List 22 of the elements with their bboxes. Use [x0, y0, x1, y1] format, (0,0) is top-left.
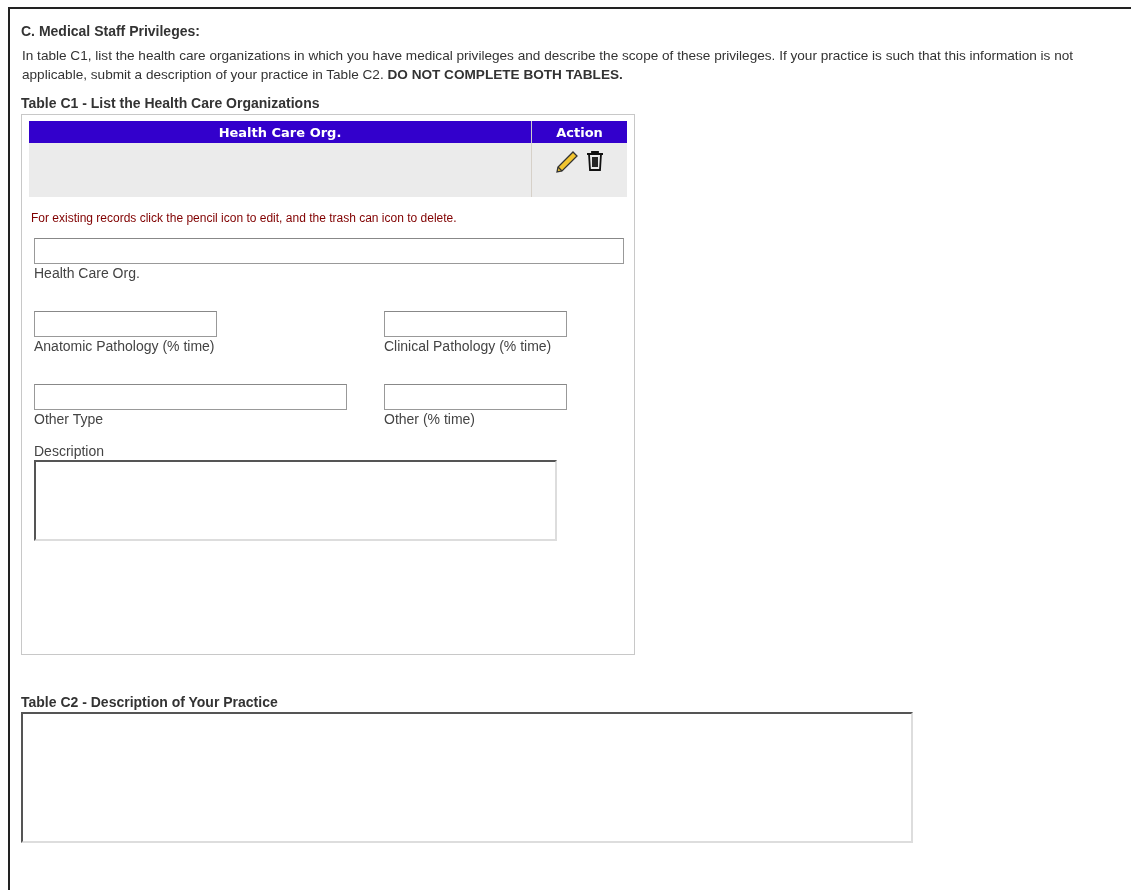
field-label: Description: [34, 443, 105, 459]
practice-description-field[interactable]: [21, 712, 913, 843]
help-note: For existing records click the pencil icon to edit, and the trash can icon to delete.: [31, 211, 457, 225]
text-field[interactable]: [34, 238, 624, 264]
column-header: Health Care Org.: [29, 121, 532, 143]
text-field[interactable]: [384, 384, 567, 410]
table-title: Table C2 - Description of Your Practice: [21, 694, 278, 710]
field-label: Other Type: [34, 411, 103, 427]
column-header: Action: [531, 121, 627, 143]
pencil-icon[interactable]: [554, 150, 579, 174]
field-label: Health Care Org.: [34, 265, 140, 281]
field-label: Anatomic Pathology (% time): [34, 338, 215, 354]
text-field[interactable]: [384, 311, 567, 337]
text-field[interactable]: [34, 311, 217, 337]
text-field[interactable]: [34, 384, 347, 410]
field-label: Clinical Pathology (% time): [384, 338, 552, 354]
table-title: Table C1 - List the Health Care Organizations: [21, 95, 320, 111]
section-title: C. Medical Staff Privileges:: [21, 23, 200, 39]
description-field[interactable]: [34, 460, 557, 541]
trash-icon[interactable]: [584, 150, 605, 172]
field-label: Other (% time): [384, 411, 475, 427]
instructions-text: In table C1, list the health care organizations in which you have medical privileges and describe the scope of these privileges. If your practice is such that this information is not applicable, submit a description of your practice in Table C2. DO NOT COMPLETE BOTH TABLES.: [22, 47, 1075, 84]
